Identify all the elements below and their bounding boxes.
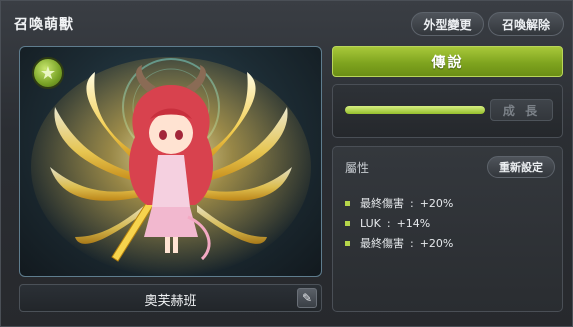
familiar-artwork (31, 57, 311, 276)
grow-button[interactable]: 成 長 (490, 99, 553, 121)
bullet-icon (345, 240, 350, 246)
attribute-value: +14% (396, 216, 431, 230)
attribute-name: 最終傷害 (360, 237, 404, 250)
attribute-separator: : (410, 196, 414, 210)
attribute-separator: : (410, 236, 414, 250)
attribute-list: 最終傷害 : +20% LUK : +14% 最終傷害 : +20% (345, 193, 453, 253)
attribute-name: LUK (360, 216, 381, 230)
bullet-icon (345, 200, 350, 206)
reset-attributes-button[interactable]: 重新設定 (487, 156, 555, 178)
attribute-row: 最終傷害 : +20% (345, 233, 453, 253)
change-appearance-button[interactable]: 外型變更 (411, 12, 484, 36)
attribute-row: LUK : +14% (345, 213, 453, 233)
attributes-title: 屬性 (345, 161, 370, 175)
window-title: 召喚萌獸 (14, 17, 74, 33)
growth-progress-fill (345, 106, 485, 114)
pencil-icon[interactable]: ✎ (297, 288, 317, 308)
attribute-name: 最終傷害 (360, 197, 404, 210)
attribute-value: +20% (419, 236, 454, 250)
attribute-value: +20% (419, 196, 454, 210)
bullet-icon (345, 220, 350, 226)
familiar-portrait: ★ (19, 46, 322, 277)
star-icon: ★ (32, 57, 64, 89)
grade-legend-button[interactable]: 傳說 (332, 46, 563, 77)
familiar-window: 召喚萌獸 外型變更 召喚解除 ★ 奧芙赫班 ✎ 傳說 成 長 屬性 重新設定 最… (0, 0, 573, 327)
growth-progress-bar (345, 106, 485, 114)
release-summon-button[interactable]: 召喚解除 (488, 12, 564, 36)
attribute-row: 最終傷害 : +20% (345, 193, 453, 213)
growth-panel: 成 長 (332, 84, 563, 138)
familiar-name: 奧芙赫班 (144, 294, 197, 309)
attributes-panel: 屬性 重新設定 最終傷害 : +20% LUK : +14% 最終傷害 : +2… (332, 146, 563, 312)
familiar-name-bar: 奧芙赫班 ✎ (19, 284, 322, 312)
attribute-separator: : (386, 216, 391, 230)
